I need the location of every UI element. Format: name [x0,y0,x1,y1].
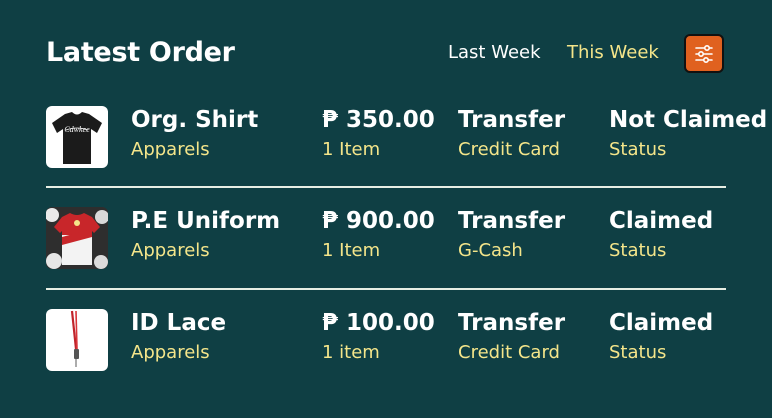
product-name: ID Lace [131,310,227,336]
order-price: ₱ 350.00 [322,107,435,133]
payment-cell: Transfer Credit Card [458,309,565,365]
latest-order-panel: Latest Order Last Week This Week Cdwkee [0,0,772,418]
payment-method: G-Cash [458,240,523,261]
order-status: Claimed [609,208,714,234]
shirt-thumbnail: Cdwkee [46,106,108,168]
section-title: Latest Order [46,37,235,68]
lace-thumbnail [46,309,108,371]
product-category: Apparels [131,342,210,363]
sliders-icon [695,44,713,63]
payment-type: Transfer [458,310,566,336]
product-category: Apparels [131,240,210,261]
status-cell: Claimed Status [609,207,713,263]
pe-uniform-image [46,207,108,269]
order-price: ₱ 100.00 [322,310,435,336]
price-cell: ₱ 900.00 1 Item [322,207,435,263]
uniform-thumbnail [46,207,108,269]
row-divider [46,288,726,290]
product-cell: ID Lace Apparels [131,309,226,365]
payment-type: Transfer [458,208,566,234]
status-cell: Not Claimed Status [609,106,767,162]
black-shirt-image: Cdwkee [52,112,102,164]
payment-cell: Transfer G-Cash [458,207,565,263]
order-row[interactable]: ID Lace Apparels ₱ 100.00 1 item Transfe… [0,309,772,373]
order-quantity: 1 Item [322,139,381,160]
tab-this-week[interactable]: This Week [567,42,659,63]
status-label: Status [609,342,667,363]
status-label: Status [609,240,667,261]
row-divider [46,186,726,188]
order-quantity: 1 item [322,342,380,363]
product-cell: Org. Shirt Apparels [131,106,258,162]
product-cell: P.E Uniform Apparels [131,207,280,263]
payment-cell: Transfer Credit Card [458,106,565,162]
status-cell: Claimed Status [609,309,713,365]
payment-method: Credit Card [458,139,560,160]
payment-method: Credit Card [458,342,560,363]
price-cell: ₱ 100.00 1 item [322,309,435,365]
order-status: Claimed [609,310,714,336]
filter-button[interactable] [684,34,724,73]
order-status: Not Claimed [609,107,768,133]
tab-last-week[interactable]: Last Week [448,42,541,63]
order-quantity: 1 Item [322,240,381,261]
id-lace-image [70,310,79,367]
product-category: Apparels [131,139,210,160]
order-row[interactable]: Cdwkee Org. Shirt Apparels ₱ 350.00 1 It… [0,106,772,170]
price-cell: ₱ 350.00 1 Item [322,106,435,162]
status-label: Status [609,139,667,160]
product-name: P.E Uniform [131,208,281,234]
order-price: ₱ 900.00 [322,208,435,234]
order-row[interactable]: P.E Uniform Apparels ₱ 900.00 1 Item Tra… [0,207,772,271]
payment-type: Transfer [458,107,566,133]
product-name: Org. Shirt [131,107,259,133]
